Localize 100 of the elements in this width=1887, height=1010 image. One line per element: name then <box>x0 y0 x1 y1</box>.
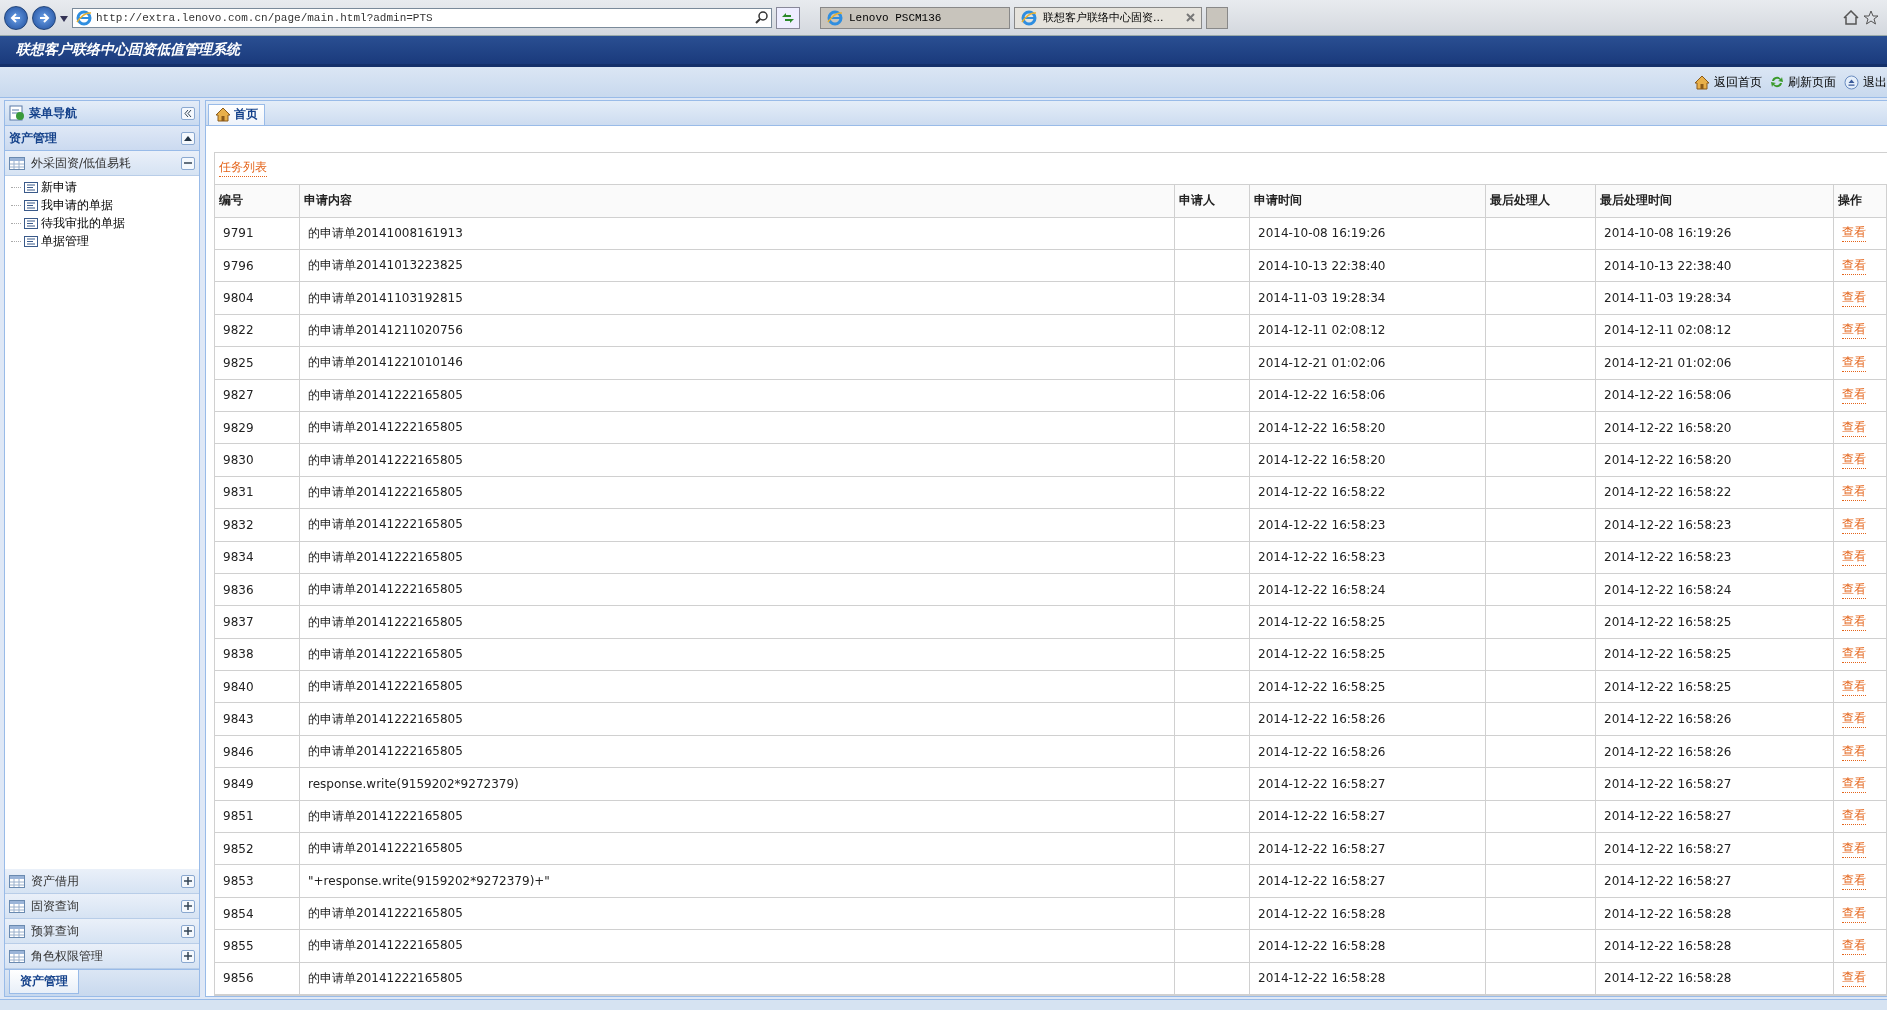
view-link[interactable]: 查看 <box>1842 936 1866 955</box>
view-link[interactable]: 查看 <box>1842 677 1866 696</box>
table-cell: 9832 <box>215 509 300 542</box>
menu-item[interactable]: 单据管理 <box>41 232 89 250</box>
browser-tab[interactable]: Lenovo PSCM136 <box>820 6 1010 29</box>
document-icon <box>24 235 38 247</box>
table-cell: 的申请单20141222165805 <box>300 703 1175 736</box>
view-link[interactable]: 查看 <box>1842 645 1866 664</box>
panel-title: 菜单导航 <box>29 104 77 122</box>
table-cell: 的申请单20141222165805 <box>300 800 1175 834</box>
expand-button[interactable] <box>181 874 195 888</box>
star-icon[interactable] <box>1863 10 1879 25</box>
browser-tab[interactable]: 联想客户联络中心固资... <box>1014 6 1202 29</box>
document-icon <box>24 199 38 211</box>
table-cell: 2014-12-22 16:58:20 <box>1250 444 1486 477</box>
table-cell: 的申请单20141222165805 <box>300 379 1175 412</box>
view-link[interactable]: 查看 <box>1842 256 1866 275</box>
forward-button[interactable] <box>32 5 56 30</box>
collapse-button[interactable] <box>181 131 195 145</box>
table-cell: 9796 <box>215 250 300 283</box>
table-cell: 2014-12-22 16:58:28 <box>1250 930 1486 963</box>
app-title: 联想客户联络中心固资低值管理系统 <box>16 41 240 59</box>
top-link[interactable]: 返回首页 <box>1694 73 1762 91</box>
view-link[interactable]: 查看 <box>1842 969 1866 988</box>
table-cell: 2014-12-22 16:58:25 <box>1250 606 1486 639</box>
table-cell: 的申请单20141222165805 <box>300 411 1175 445</box>
table-cell: 2014-12-21 01:02:06 <box>1250 347 1486 380</box>
view-link[interactable]: 查看 <box>1842 774 1866 793</box>
view-link[interactable]: 查看 <box>1842 321 1866 340</box>
menu-group[interactable]: 固资查询 <box>31 897 79 915</box>
table-icon <box>9 924 25 938</box>
table-cell: 2014-12-22 16:58:27 <box>1250 768 1486 801</box>
table-cell: 2014-12-22 16:58:20 <box>1596 411 1834 445</box>
table-cell: response.write(9159202*9272379) <box>300 768 1175 801</box>
address-field[interactable]: http://extra.lenovo.com.cn/page/main.html?admin=PTS <box>72 7 772 28</box>
table-cell: 2014-12-22 16:58:23 <box>1250 541 1486 574</box>
home-icon[interactable] <box>1843 10 1859 25</box>
table-cell: 2014-12-22 16:58:27 <box>1596 768 1834 801</box>
view-link[interactable]: 查看 <box>1842 580 1866 599</box>
table-cell: 9853 <box>215 865 300 898</box>
section-title: 资产管理 <box>9 129 57 147</box>
expand-button[interactable] <box>181 949 195 963</box>
arrow-icon <box>10 11 22 24</box>
view-link[interactable]: 查看 <box>1842 224 1866 243</box>
table-cell: 2014-12-22 16:58:06 <box>1596 379 1834 412</box>
view-link[interactable]: 查看 <box>1842 613 1866 631</box>
view-link[interactable]: 查看 <box>1842 418 1866 437</box>
refresh-icon[interactable] <box>776 6 800 29</box>
table-cell: 2014-12-22 16:58:27 <box>1250 800 1486 834</box>
view-link[interactable]: 查看 <box>1842 904 1866 923</box>
new-tab-button[interactable] <box>1206 6 1228 29</box>
table-cell: 9843 <box>215 703 300 736</box>
panel-tab[interactable]: 资产管理 <box>9 970 79 994</box>
menu-item[interactable]: 新申请 <box>41 178 77 196</box>
view-link[interactable]: 查看 <box>1842 710 1866 729</box>
collapse-button[interactable] <box>181 106 195 120</box>
table-cell: 的申请单20141222165805 <box>300 573 1175 607</box>
menu-group[interactable]: 资产借用 <box>31 872 79 890</box>
view-link[interactable]: 查看 <box>1842 742 1866 761</box>
view-link[interactable]: 查看 <box>1842 548 1866 567</box>
view-link[interactable]: 查看 <box>1842 839 1866 858</box>
table-icon <box>9 949 25 963</box>
table-cell: 2014-12-22 16:58:26 <box>1596 735 1834 769</box>
ie-icon <box>827 9 843 26</box>
top-link[interactable]: 刷新页面 <box>1770 73 1836 91</box>
table-cell: 2014-12-21 01:02:06 <box>1596 347 1834 380</box>
table-cell: 2014-12-22 16:58:28 <box>1250 897 1486 931</box>
table-cell: 2014-12-22 16:58:26 <box>1596 703 1834 736</box>
expand-button[interactable] <box>181 899 195 913</box>
table-cell: 9851 <box>215 800 300 834</box>
table-icon <box>9 156 25 170</box>
view-link[interactable]: 查看 <box>1842 289 1866 308</box>
table-cell: 2014-12-22 16:58:25 <box>1250 638 1486 672</box>
table-cell: 9837 <box>215 606 300 639</box>
view-link[interactable]: 查看 <box>1842 386 1866 405</box>
menu-item[interactable]: 待我审批的单据 <box>41 214 125 232</box>
table-cell: 9827 <box>215 379 300 412</box>
arrows-icon <box>1770 75 1784 89</box>
minus-icon <box>184 159 192 167</box>
table-cell: 9791 <box>215 217 300 250</box>
menu-group[interactable]: 预算查询 <box>31 922 79 940</box>
view-link[interactable]: 查看 <box>1842 515 1866 534</box>
top-link[interactable]: 退出 <box>1844 73 1887 91</box>
ie-icon <box>76 9 92 26</box>
table-cell: 9831 <box>215 476 300 510</box>
page-tab[interactable]: 首页 <box>208 103 265 125</box>
table-cell: 2014-10-13 22:38:40 <box>1250 250 1486 283</box>
table-cell: 2014-12-22 16:58:27 <box>1596 800 1834 834</box>
expand-button[interactable] <box>181 924 195 938</box>
view-link[interactable]: 查看 <box>1842 807 1866 826</box>
table-cell: 2014-12-22 16:58:27 <box>1250 865 1486 898</box>
view-link[interactable]: 查看 <box>1842 353 1866 372</box>
menu-item[interactable]: 我申请的单据 <box>41 196 113 214</box>
search-icon[interactable] <box>755 11 768 24</box>
view-link[interactable]: 查看 <box>1842 483 1866 502</box>
back-button[interactable] <box>4 5 28 30</box>
table-cell: 2014-12-22 16:58:20 <box>1250 411 1486 445</box>
table-cell: 2014-10-13 22:38:40 <box>1596 250 1834 283</box>
view-link[interactable]: 查看 <box>1842 451 1866 470</box>
view-link[interactable]: 查看 <box>1842 872 1866 891</box>
